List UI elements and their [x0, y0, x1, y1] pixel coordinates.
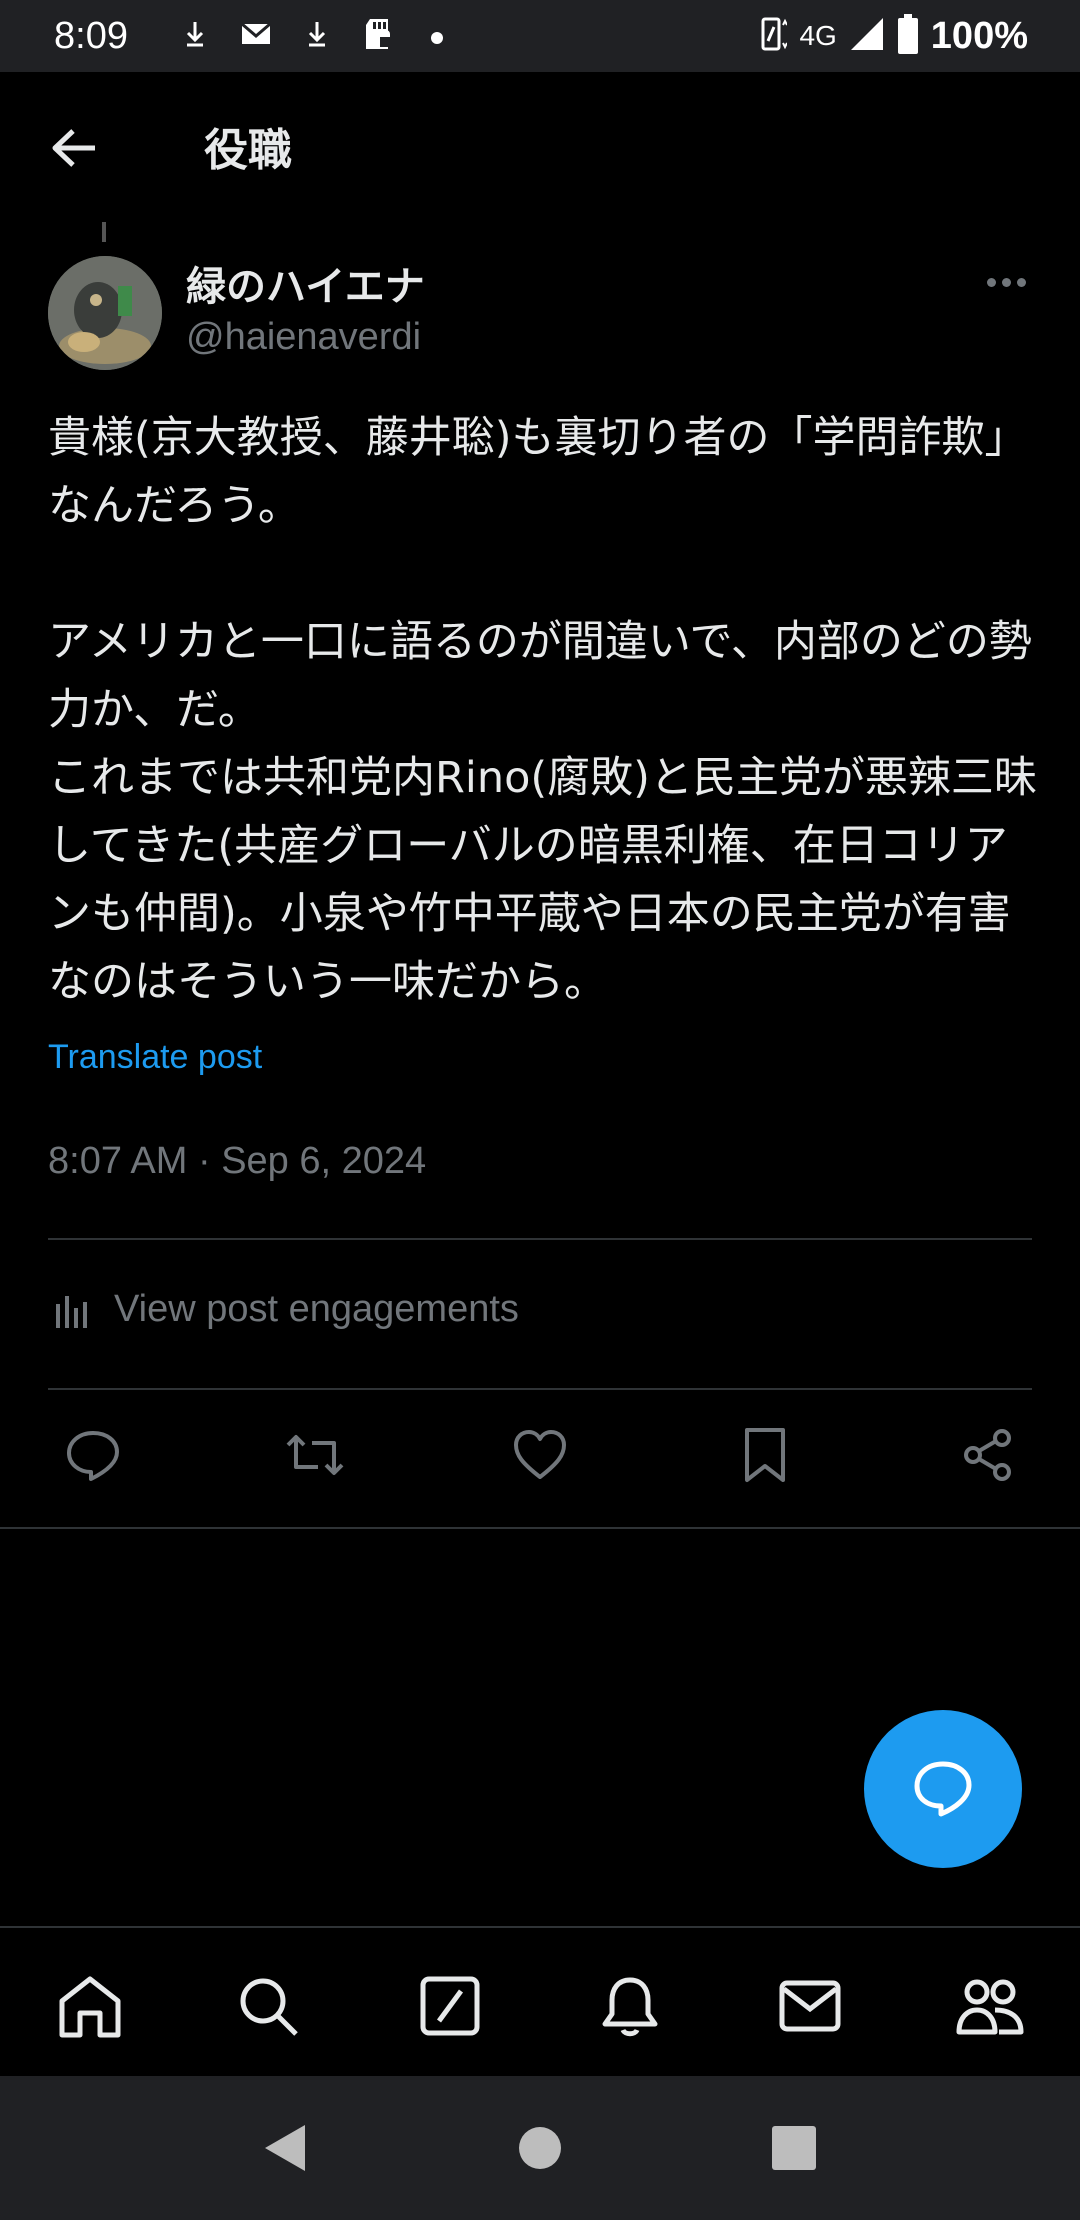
engagements-label: View post engagements — [114, 1288, 519, 1330]
divider — [48, 1238, 1032, 1240]
bottom-navigation — [0, 1926, 1080, 2076]
notifications-icon — [602, 1977, 658, 2037]
back-button[interactable] — [44, 118, 104, 178]
like-icon — [514, 1430, 566, 1479]
more-options-button[interactable] — [978, 262, 1034, 302]
signal-icon — [849, 16, 885, 56]
download-icon — [306, 19, 328, 54]
more-dot-icon — [986, 277, 996, 287]
avatar[interactable] — [48, 256, 162, 370]
nfc-icon — [761, 17, 789, 55]
dot-icon — [430, 22, 444, 50]
status-bar: 8:09 4G 100% — [0, 0, 1080, 72]
view-engagements-button[interactable]: View post engagements — [52, 1288, 519, 1331]
author-name[interactable]: 緑のハイエナ — [186, 254, 425, 312]
divider — [48, 1388, 1032, 1390]
circle-home-icon — [519, 2127, 561, 2169]
analytics-icon — [56, 1295, 87, 1328]
bookmark-icon — [745, 1428, 785, 1482]
reply-fab-button[interactable] — [864, 1710, 1022, 1868]
post-timestamp: 8:07 AM · Sep 6, 2024 — [48, 1140, 427, 1182]
post-actions — [0, 1420, 1080, 1500]
nav-communities[interactable] — [952, 1968, 1028, 2044]
share-button[interactable] — [953, 1420, 1023, 1490]
battery-percent: 100% — [930, 14, 1028, 57]
share-icon — [964, 1429, 1011, 1481]
network-type: 4G — [799, 20, 837, 51]
notification-icons — [184, 17, 444, 56]
nav-messages[interactable] — [772, 1968, 848, 2044]
triangle-back-icon — [265, 2125, 305, 2171]
battery-icon — [897, 14, 919, 58]
system-home-button[interactable] — [510, 2118, 570, 2178]
nav-home[interactable] — [52, 1968, 128, 2044]
translate-post-link[interactable]: Translate post — [48, 1038, 262, 1077]
nav-search[interactable] — [230, 1968, 306, 2044]
nav-notifications[interactable] — [592, 1968, 668, 2044]
mail-icon — [240, 20, 272, 53]
sd-card-icon — [362, 17, 396, 56]
more-dot-icon — [1001, 277, 1011, 287]
system-recents-button[interactable] — [764, 2118, 824, 2178]
thread-connector — [102, 222, 106, 242]
status-time: 8:09 — [54, 14, 128, 57]
communities-icon — [956, 1979, 1024, 2035]
grok-icon — [420, 1976, 480, 2036]
bookmark-button[interactable] — [730, 1420, 800, 1490]
reply-button[interactable] — [58, 1420, 128, 1490]
nav-grok[interactable] — [412, 1968, 488, 2044]
system-navigation-bar — [0, 2076, 1080, 2220]
more-dot-icon — [1016, 277, 1026, 287]
post-text: 貴様(京大教授、藤井聡)も裏切り者の「学問詐欺」なんだろう。 アメリカと一口に語… — [48, 413, 1037, 1007]
like-button[interactable] — [505, 1420, 575, 1490]
reply-icon — [914, 1761, 972, 1817]
home-icon — [59, 1976, 121, 2038]
divider — [0, 1527, 1080, 1529]
system-indicators: 4G 100% — [761, 14, 1028, 58]
page-title: 役職 — [204, 125, 292, 176]
search-icon — [240, 1978, 298, 2036]
system-back-button[interactable] — [254, 2118, 314, 2178]
square-recents-icon — [772, 2126, 816, 2170]
top-header: 役職 — [0, 72, 1080, 218]
repost-button[interactable] — [280, 1420, 350, 1490]
arrow-left-icon — [52, 129, 95, 167]
download-icon — [184, 19, 206, 54]
author-handle[interactable]: @haienaverdi — [186, 316, 421, 359]
messages-icon — [779, 1980, 841, 2032]
repost-icon — [286, 1435, 344, 1475]
reply-icon — [67, 1431, 119, 1481]
